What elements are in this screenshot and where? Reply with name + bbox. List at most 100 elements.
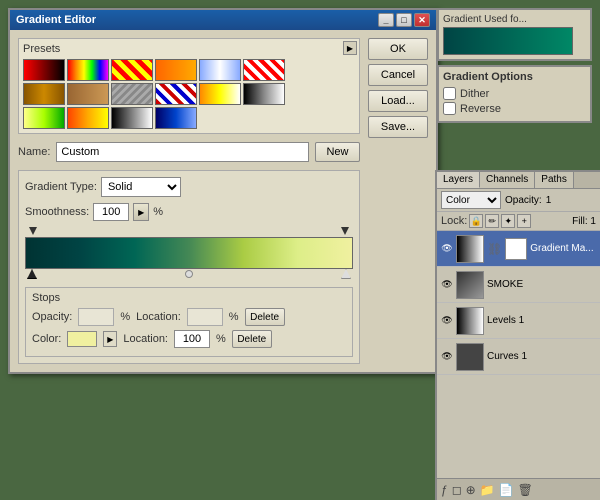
maximize-icon: □ bbox=[401, 15, 406, 25]
blend-mode-select[interactable]: Color bbox=[441, 191, 501, 209]
smoothness-input[interactable] bbox=[93, 203, 129, 221]
group-button[interactable]: 📁 bbox=[480, 483, 495, 497]
gradient-used-label: Gradient Used fo... bbox=[443, 14, 586, 25]
layer-item-curves[interactable]: 👁 Curves 1 bbox=[437, 339, 600, 375]
presets-section: Presets ▶ bbox=[18, 38, 360, 134]
gradient-editor-window: Gradient Editor _ □ ✕ Presets ▶ bbox=[8, 8, 438, 374]
tab-paths[interactable]: Paths bbox=[535, 172, 574, 188]
layer-mask-thumb-gradient bbox=[505, 238, 527, 260]
smoothness-stepper[interactable]: ▶ bbox=[133, 203, 149, 221]
layer-name-smoke: SMOKE bbox=[487, 279, 596, 290]
dither-checkbox[interactable] bbox=[443, 87, 456, 100]
preset-item[interactable] bbox=[155, 59, 197, 81]
lock-pixels-button[interactable]: 🔒 bbox=[469, 214, 483, 228]
layer-item-gradient-mask[interactable]: 👁 ⛓ Gradient Ma... bbox=[437, 231, 600, 267]
gradient-type-select[interactable]: Solid Noise bbox=[101, 177, 181, 197]
layers-bottom-bar: ƒ ◻ ⊕ 📁 📄 🗑 bbox=[437, 478, 600, 500]
color-label: Color: bbox=[32, 333, 61, 345]
load-button[interactable]: Load... bbox=[368, 90, 428, 112]
opacity-delete-button[interactable]: Delete bbox=[245, 308, 285, 326]
close-icon: ✕ bbox=[418, 15, 426, 26]
bottom-stop-right[interactable] bbox=[341, 269, 351, 279]
gradient-preview-bar[interactable] bbox=[25, 237, 353, 269]
save-button[interactable]: Save... bbox=[368, 116, 428, 138]
color-arrow-icon: ▶ bbox=[107, 335, 113, 344]
bottom-stop-mid[interactable] bbox=[185, 270, 193, 278]
preset-item[interactable] bbox=[111, 59, 153, 81]
delete-layer-button[interactable]: 🗑 bbox=[518, 483, 533, 497]
close-button[interactable]: ✕ bbox=[414, 13, 430, 27]
window-controls: _ □ ✕ bbox=[378, 13, 430, 27]
stepper-icon: ▶ bbox=[138, 208, 144, 217]
new-button[interactable]: New bbox=[315, 142, 360, 162]
add-mask-button[interactable]: ◻ bbox=[452, 483, 462, 497]
bottom-stop-left[interactable] bbox=[27, 269, 37, 279]
fill-label: Fill: 1 bbox=[572, 216, 596, 227]
top-stop-left[interactable] bbox=[29, 227, 37, 235]
lock-position-button[interactable]: ✏ bbox=[485, 214, 499, 228]
top-stop-right[interactable] bbox=[341, 227, 349, 235]
lock-row: Lock: 🔒 ✏ ✦ + Fill: 1 bbox=[437, 212, 600, 231]
minimize-icon: _ bbox=[383, 15, 388, 25]
lock-move-button[interactable]: + bbox=[517, 214, 531, 228]
right-floating-panels: Gradient Used fo... Gradient Options Dit… bbox=[437, 8, 592, 123]
layer-eye-gradient[interactable]: 👁 bbox=[441, 243, 453, 255]
color-location-unit: % bbox=[216, 333, 226, 345]
preset-item[interactable] bbox=[199, 59, 241, 81]
cancel-button[interactable]: Cancel bbox=[368, 64, 428, 86]
color-row: Color: ▶ Location: % Delete bbox=[32, 330, 346, 348]
preset-item[interactable] bbox=[155, 107, 197, 129]
smoothness-unit: % bbox=[153, 206, 163, 218]
preset-item[interactable] bbox=[23, 59, 65, 81]
minimize-button[interactable]: _ bbox=[378, 13, 394, 27]
color-arrow-button[interactable]: ▶ bbox=[103, 331, 117, 347]
add-layer-style-button[interactable]: ƒ bbox=[441, 483, 448, 497]
opacity-location-input[interactable] bbox=[187, 308, 223, 326]
bottom-stops bbox=[25, 269, 353, 281]
preset-item[interactable] bbox=[243, 83, 285, 105]
gradient-options-panel: Gradient Options Dither Reverse bbox=[437, 65, 592, 123]
preset-item[interactable] bbox=[67, 83, 109, 105]
name-label: Name: bbox=[18, 146, 50, 158]
tab-layers[interactable]: Layers bbox=[437, 172, 480, 188]
layer-eye-levels[interactable]: 👁 bbox=[441, 315, 453, 327]
color-swatch[interactable] bbox=[67, 331, 97, 347]
layer-eye-curves[interactable]: 👁 bbox=[441, 351, 453, 363]
preset-item[interactable] bbox=[243, 59, 285, 81]
layer-item-levels[interactable]: 👁 Levels 1 bbox=[437, 303, 600, 339]
dither-label: Dither bbox=[460, 88, 489, 100]
reverse-checkbox[interactable] bbox=[443, 102, 456, 115]
window-title: Gradient Editor bbox=[16, 14, 96, 26]
gradient-type-label: Gradient Type: bbox=[25, 181, 97, 193]
reverse-row: Reverse bbox=[443, 102, 586, 115]
layer-item-smoke[interactable]: 👁 SMOKE bbox=[437, 267, 600, 303]
layer-name-levels: Levels 1 bbox=[487, 315, 596, 326]
editor-left: Presets ▶ bbox=[18, 38, 360, 364]
preset-item[interactable] bbox=[199, 83, 241, 105]
name-input[interactable] bbox=[56, 142, 309, 162]
layers-tabs: Layers Channels Paths bbox=[437, 172, 600, 189]
new-layer-button[interactable]: 📄 bbox=[499, 483, 514, 497]
presets-scroll-button[interactable]: ▶ bbox=[343, 41, 357, 55]
preset-item[interactable] bbox=[67, 59, 109, 81]
ok-button[interactable]: OK bbox=[368, 38, 428, 60]
gradient-bar-container bbox=[25, 227, 353, 281]
color-location-label: Location: bbox=[123, 333, 168, 345]
tab-channels[interactable]: Channels bbox=[480, 172, 535, 188]
preset-item[interactable] bbox=[155, 83, 197, 105]
layer-thumb-curves bbox=[456, 343, 484, 371]
maximize-button[interactable]: □ bbox=[396, 13, 412, 27]
color-delete-button[interactable]: Delete bbox=[232, 330, 272, 348]
layer-eye-smoke[interactable]: 👁 bbox=[441, 279, 453, 291]
adjustment-button[interactable]: ⊕ bbox=[466, 483, 476, 497]
preset-item[interactable] bbox=[67, 107, 109, 129]
opacity-input[interactable] bbox=[78, 308, 114, 326]
preset-item[interactable] bbox=[111, 107, 153, 129]
opacity-label: Opacity: bbox=[32, 311, 72, 323]
preset-item[interactable] bbox=[111, 83, 153, 105]
lock-all-button[interactable]: ✦ bbox=[501, 214, 515, 228]
gradient-used-panel: Gradient Used fo... bbox=[437, 8, 592, 61]
preset-item[interactable] bbox=[23, 107, 65, 129]
color-location-input[interactable] bbox=[174, 330, 210, 348]
preset-item[interactable] bbox=[23, 83, 65, 105]
